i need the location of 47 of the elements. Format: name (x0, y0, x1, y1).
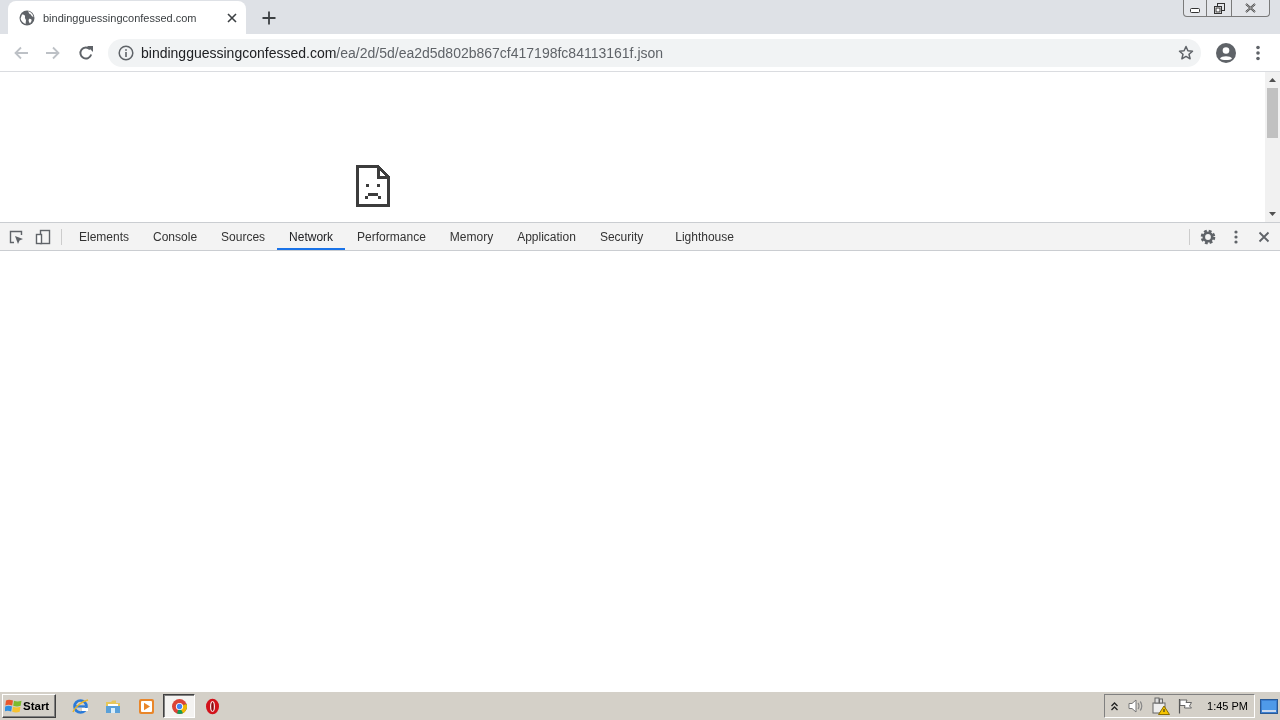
scrollbar[interactable] (1265, 72, 1280, 222)
more-menu-icon[interactable] (1234, 229, 1238, 244)
flag-logo-icon (5, 698, 22, 714)
flag-icon[interactable] (1177, 698, 1194, 714)
tab-title: bindingguessingconfessed.com (43, 11, 198, 24)
devtools-tab[interactable]: Lighthouse (663, 223, 746, 250)
inspect-icon[interactable] (8, 228, 24, 245)
account-icon[interactable] (1216, 42, 1236, 63)
address-bar[interactable]: bindingguessingconfessed.com/ea/2d/5d/ea2d5d802b867cf417198fc84113161f.json (108, 38, 1201, 67)
clock[interactable]: 1:45 PM (1207, 700, 1248, 712)
reload-icon[interactable] (78, 44, 94, 61)
devtools-tab[interactable]: Security (587, 223, 656, 250)
play-icon (137, 697, 155, 715)
menu-icon[interactable] (1256, 44, 1260, 61)
scroll-thumb[interactable] (1267, 88, 1278, 138)
devtools-tab[interactable]: Memory (437, 223, 506, 250)
device-icon[interactable] (35, 228, 51, 245)
devtools-tab[interactable]: Application (505, 223, 588, 250)
browser-tab[interactable]: bindingguessingconfessed.com (8, 1, 246, 34)
o-ring-icon (203, 697, 221, 715)
url-text: bindingguessingconfessed.com/ea/2d/5d/ea2d5d802b867cf417198fc84113161f.json (141, 44, 665, 61)
close-window-button[interactable] (1232, 0, 1270, 17)
sad-page-icon (356, 165, 390, 207)
restore-button[interactable] (1207, 0, 1232, 17)
devtools-tab[interactable]: Performance (345, 223, 438, 250)
network-warning-icon[interactable] (1152, 697, 1171, 715)
chevron-up-icon[interactable] (1111, 701, 1119, 711)
taskbar-button[interactable] (163, 694, 195, 718)
show-desktop-icon[interactable] (1260, 698, 1278, 714)
minimize-button[interactable] (1183, 0, 1207, 17)
scroll-down-arrow-icon[interactable] (1269, 212, 1276, 216)
restore-icon (1213, 2, 1225, 14)
devtools-tab[interactable]: Sources (209, 223, 278, 250)
close-icon[interactable] (1258, 230, 1270, 243)
minimize-icon (1190, 7, 1200, 13)
info-icon[interactable] (118, 44, 134, 61)
circle-logo-icon (170, 697, 188, 715)
globe-icon (19, 9, 35, 26)
scroll-up-arrow-icon[interactable] (1269, 78, 1276, 82)
plus-icon[interactable] (261, 10, 277, 26)
devtools-tab[interactable]: Elements (67, 223, 142, 250)
close-icon (1245, 3, 1256, 13)
letter-e-icon (71, 697, 89, 715)
start-button[interactable]: Start (2, 694, 56, 718)
star-icon[interactable] (1178, 44, 1194, 61)
devtools-tab[interactable]: Console (141, 223, 210, 250)
settings-icon[interactable] (1200, 228, 1216, 245)
